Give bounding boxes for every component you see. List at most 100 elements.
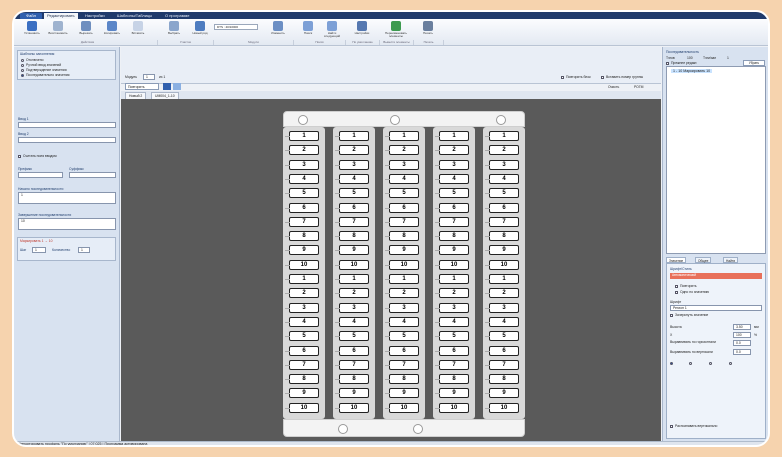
marker-label[interactable]: 9 <box>385 388 419 399</box>
marker-label[interactable]: 4 <box>385 316 419 327</box>
marker-label[interactable]: 6 <box>485 345 519 356</box>
marker-label[interactable]: 10 <box>335 402 369 413</box>
marker-label[interactable]: 7 <box>385 359 419 370</box>
marker-label[interactable]: 5 <box>385 331 419 342</box>
marker-label[interactable]: 9 <box>335 388 369 399</box>
marker-label[interactable]: 1 <box>335 274 369 284</box>
marker-label[interactable]: 6 <box>285 202 319 213</box>
settings-button[interactable]: Настройки <box>350 21 374 39</box>
tree-item[interactable]: 1 - 10 Маркировать 10 <box>671 69 713 73</box>
module-input[interactable]: 1 <box>143 74 155 80</box>
marker-label[interactable]: 3 <box>285 159 319 170</box>
rotate-90-radio[interactable] <box>689 361 694 365</box>
font-select[interactable]: Регион 1 <box>670 305 762 311</box>
marker-label[interactable]: 1 <box>385 131 419 141</box>
marker-label[interactable]: 7 <box>435 359 469 370</box>
field2-input[interactable] <box>18 137 116 143</box>
doc-tab-new[interactable]: Новый 2 <box>125 92 147 99</box>
marker-label[interactable]: 9 <box>485 388 519 399</box>
marker-label[interactable]: 10 <box>335 259 369 270</box>
marker-label[interactable]: 6 <box>385 202 419 213</box>
marker-label[interactable]: 3 <box>485 302 519 313</box>
field1-input[interactable] <box>18 122 116 128</box>
repeat-apply-button[interactable]: Повторить <box>125 83 159 90</box>
marker-label[interactable]: 3 <box>335 159 369 170</box>
same-value-checkbox[interactable]: Одно по значению <box>675 290 709 294</box>
marker-label[interactable]: 8 <box>485 374 519 385</box>
marker-label[interactable]: 4 <box>335 316 369 327</box>
count-input[interactable]: 1 <box>78 247 90 253</box>
marker-label[interactable]: 5 <box>285 188 319 199</box>
marker-label[interactable]: 5 <box>335 331 369 342</box>
marker-label[interactable]: 10 <box>435 402 469 413</box>
width-input[interactable]: 100 <box>733 332 751 338</box>
marker-label[interactable]: 6 <box>285 345 319 356</box>
marker-label[interactable]: 8 <box>285 374 319 385</box>
marker-label[interactable]: 7 <box>485 359 519 370</box>
rotate-180-radio[interactable] <box>709 361 714 365</box>
marker-label[interactable]: 10 <box>485 259 519 270</box>
marker-label[interactable]: 1 <box>385 274 419 284</box>
marker-label[interactable]: 5 <box>285 331 319 342</box>
marker-label[interactable]: 8 <box>385 374 419 385</box>
insert-group-checkbox[interactable]: Вставить номер группы <box>601 75 643 79</box>
marker-label[interactable]: 8 <box>435 231 469 242</box>
marker-label[interactable]: 10 <box>385 402 419 413</box>
marker-label[interactable]: 10 <box>285 259 319 270</box>
marker-label[interactable]: 8 <box>485 231 519 242</box>
marker-label[interactable]: 5 <box>485 188 519 199</box>
marker-label[interactable]: 6 <box>385 345 419 356</box>
marker-label[interactable]: 1 <box>335 131 369 141</box>
zoom-tool-icon[interactable] <box>173 83 181 90</box>
search-button[interactable]: Поиск <box>296 21 320 39</box>
marker-label[interactable]: 6 <box>335 345 369 356</box>
v-align-input[interactable]: 0.0 <box>733 349 751 355</box>
height-input[interactable]: 3.50 <box>733 324 751 330</box>
marker-label[interactable]: 3 <box>385 302 419 313</box>
radio-off[interactable]: Отключено <box>21 58 44 62</box>
marker-label[interactable]: 7 <box>335 359 369 370</box>
marker-label[interactable]: 9 <box>285 245 319 256</box>
marker-label[interactable]: 5 <box>435 331 469 342</box>
marker-label[interactable]: 3 <box>385 159 419 170</box>
marker-label[interactable]: 9 <box>385 245 419 256</box>
format-combo[interactable]: Автоматический <box>670 273 762 279</box>
count-as-input-checkbox[interactable]: Считать поля вводом <box>18 154 57 158</box>
prev-edit-checkbox[interactable]: Прежнее редакт. <box>666 61 697 65</box>
marker-label[interactable]: 6 <box>335 202 369 213</box>
marker-label[interactable]: 10 <box>285 402 319 413</box>
start-input[interactable]: 1 <box>18 192 116 204</box>
change-button[interactable]: Изменить <box>266 21 290 39</box>
end-input[interactable]: 10 <box>18 218 116 230</box>
find-next-button[interactable]: Найти следующий <box>320 21 344 39</box>
marker-label[interactable]: 5 <box>335 188 369 199</box>
marker-label[interactable]: 2 <box>485 288 519 299</box>
marker-label[interactable]: 4 <box>285 316 319 327</box>
copy-button[interactable]: Копировать <box>100 21 124 39</box>
repeat-checkbox[interactable]: Повторить <box>675 284 697 288</box>
doc-tab-um004[interactable]: UM004_1-10 <box>151 92 179 99</box>
marker-label[interactable]: 9 <box>435 388 469 399</box>
print-button[interactable]: Печать <box>416 21 440 39</box>
marker-label[interactable]: 10 <box>385 259 419 270</box>
step-input[interactable]: 1 <box>32 247 46 253</box>
marker-label[interactable]: 8 <box>385 231 419 242</box>
marker-label[interactable]: 4 <box>285 173 319 184</box>
module-combo[interactable]: DTS : 40/10000 <box>214 24 258 30</box>
marker-label[interactable]: 4 <box>435 316 469 327</box>
marker-label[interactable]: 1 <box>435 274 469 284</box>
marker-label[interactable]: 4 <box>335 173 369 184</box>
marker-label[interactable]: 8 <box>285 231 319 242</box>
marker-label[interactable]: 2 <box>485 145 519 156</box>
marker-label[interactable]: 2 <box>285 288 319 299</box>
marker-label[interactable]: 1 <box>485 274 519 284</box>
set-button[interactable]: Установить <box>20 21 44 39</box>
marker-label[interactable]: 3 <box>435 159 469 170</box>
marker-label[interactable]: 3 <box>285 302 319 313</box>
rename-button[interactable]: Переименовать элементы <box>382 21 410 39</box>
marker-label[interactable]: 7 <box>285 359 319 370</box>
marker-label[interactable]: 5 <box>385 188 419 199</box>
marker-label[interactable]: 4 <box>435 173 469 184</box>
marker-label[interactable]: 2 <box>335 145 369 156</box>
marker-label[interactable]: 1 <box>485 131 519 141</box>
